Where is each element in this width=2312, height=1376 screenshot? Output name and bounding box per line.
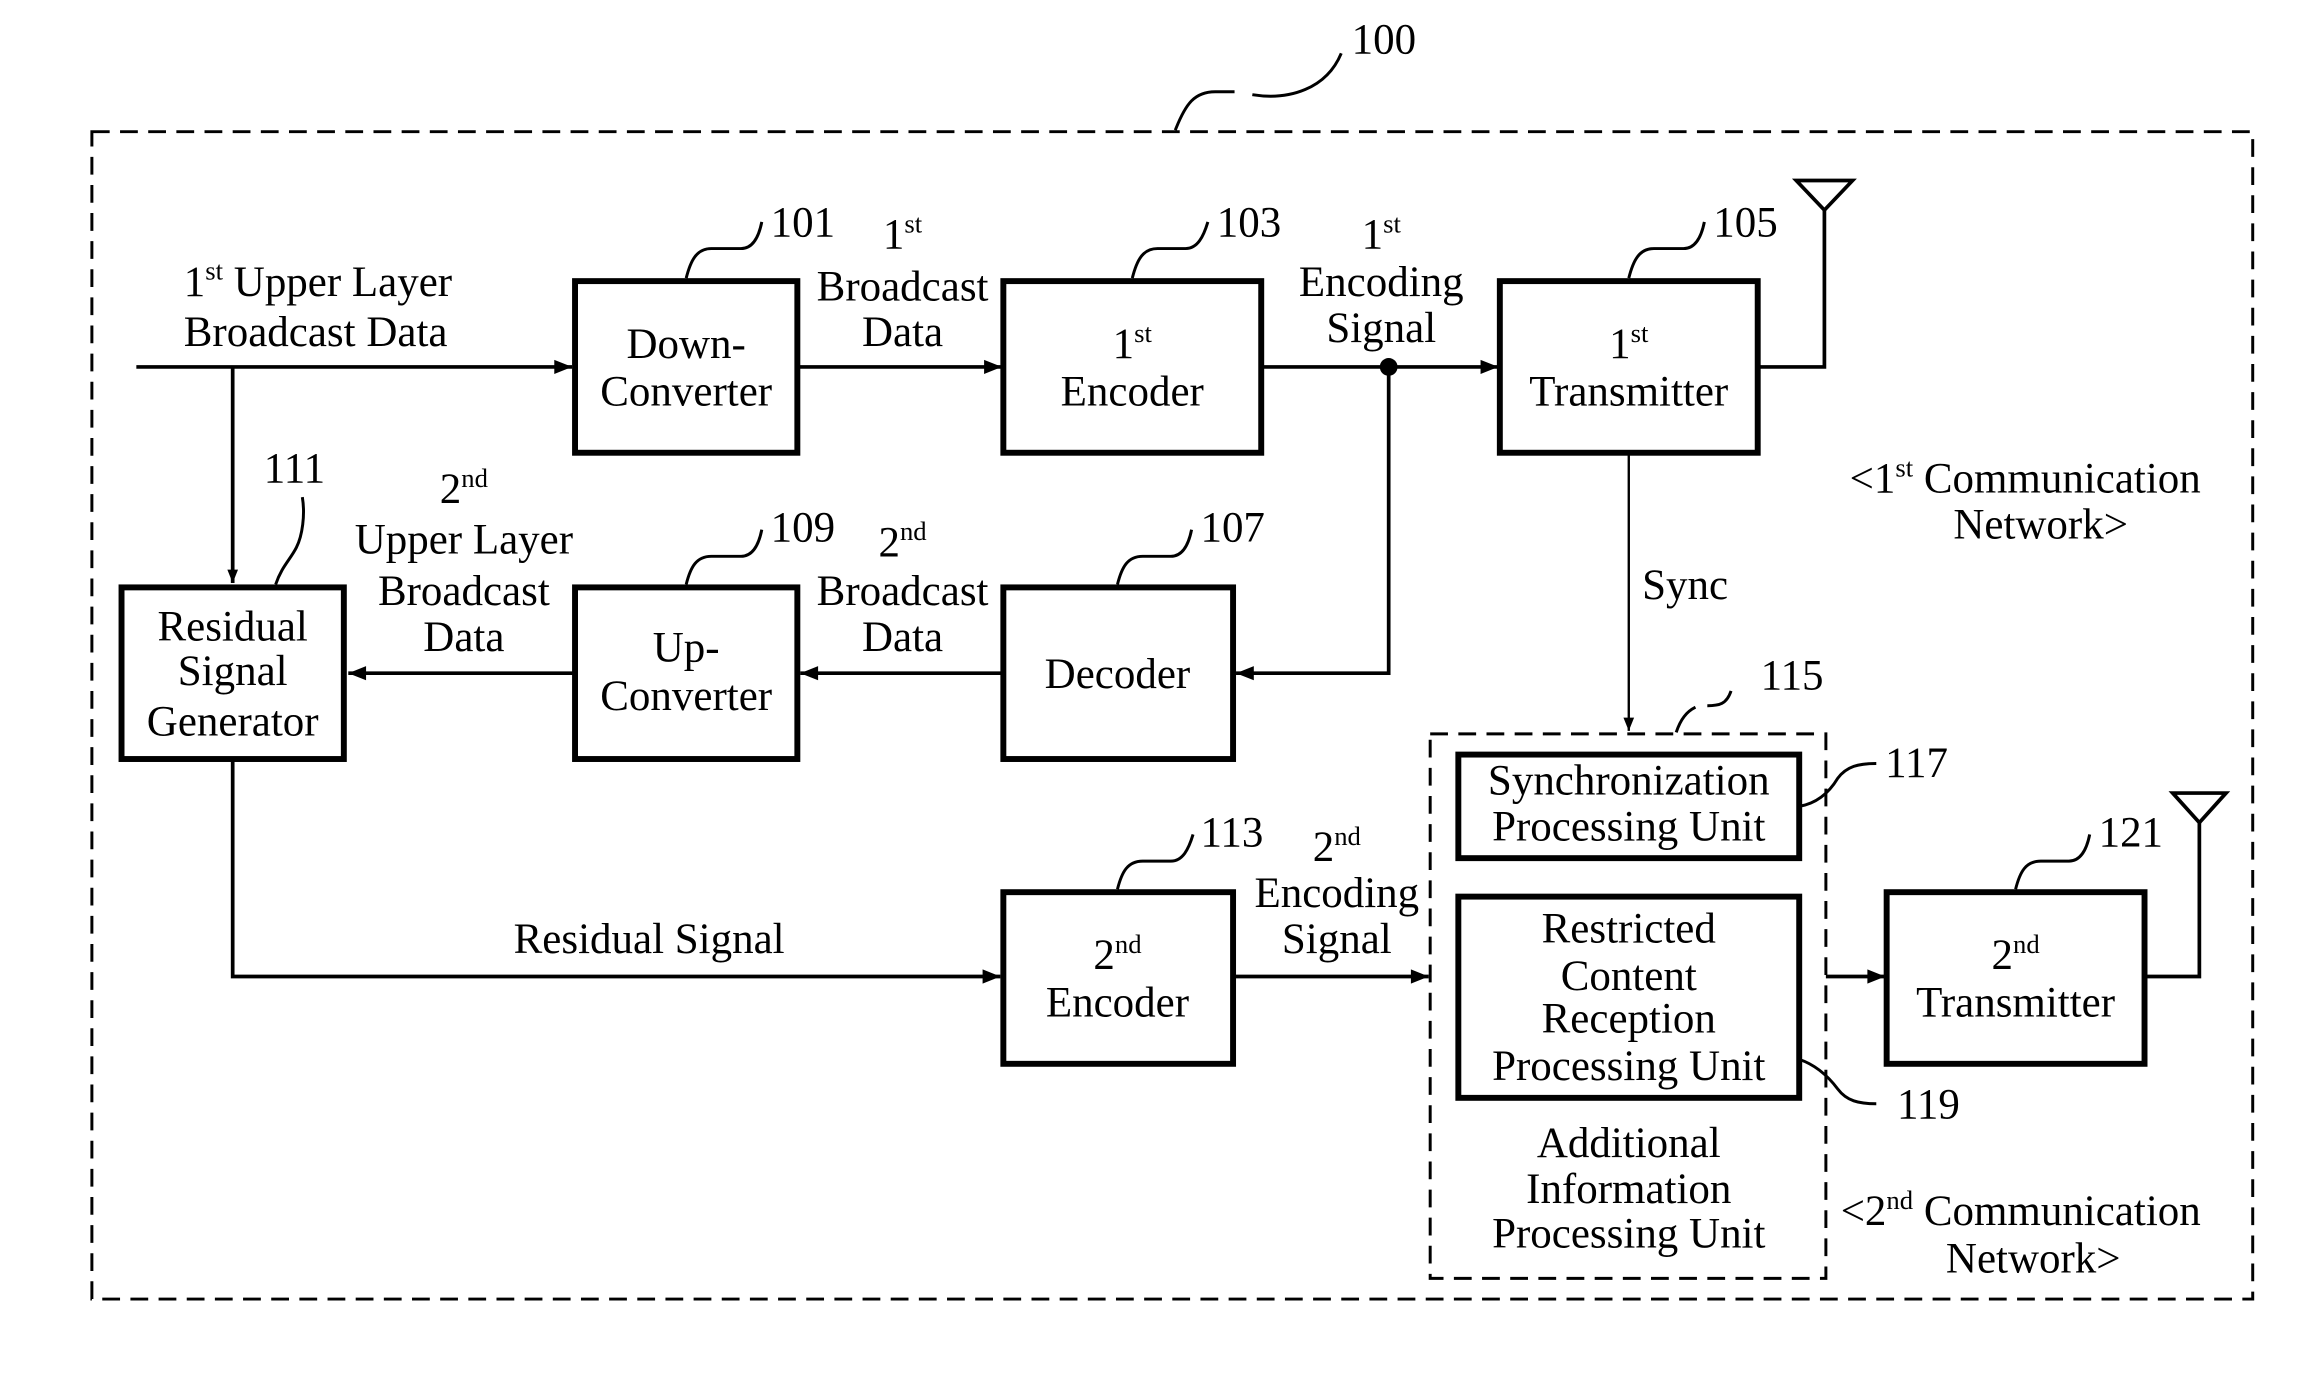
ref-117: 117	[1885, 740, 1948, 787]
up-converter-label-1: Up-	[653, 624, 720, 671]
network2-label-line1: <2nd Communication	[1841, 1185, 2201, 1235]
antenna1-icon	[1791, 178, 1857, 213]
signal-bcast2-line1: 2nd	[878, 516, 926, 566]
decoder-label: Decoder	[1045, 651, 1191, 698]
leader-103	[1130, 221, 1210, 279]
ref-119: 119	[1897, 1082, 1960, 1129]
network2-label-line2: Network>	[1946, 1235, 2121, 1282]
leader-105	[1627, 221, 1706, 279]
leader-121	[2014, 834, 2092, 890]
encoder1-label-2: Encoder	[1061, 368, 1204, 415]
leader-117	[1798, 761, 1877, 808]
leader-119	[1798, 1057, 1877, 1106]
additional-info-label-3: Processing Unit	[1492, 1210, 1765, 1257]
signal-upper2-line4: Data	[423, 614, 504, 661]
signal-upper2-line1: 2nd	[440, 463, 488, 513]
ref-109: 109	[771, 505, 835, 552]
signal-residual: Residual Signal	[514, 916, 785, 963]
signal-bcast1-line2: Broadcast	[817, 263, 989, 310]
signal-enc2-line1: 2nd	[1313, 821, 1361, 871]
transmitter2-label-2: Transmitter	[1916, 979, 2115, 1026]
sync-unit-label-1: Synchronization	[1488, 758, 1770, 805]
ref-121: 121	[2099, 809, 2163, 856]
ref-113: 113	[1200, 809, 1263, 856]
down-converter-label-2: Converter	[600, 368, 772, 415]
ref-107: 107	[1200, 505, 1264, 552]
restricted-unit-label-1: Restricted	[1542, 906, 1716, 953]
encoder2-label-2: Encoder	[1046, 979, 1189, 1026]
ref-103: 103	[1217, 200, 1281, 247]
ref-115: 115	[1761, 653, 1824, 700]
signal-bcast1-line1: 1st	[883, 208, 923, 258]
encoder2-block	[1000, 889, 1237, 1067]
additional-info-label-2: Information	[1526, 1166, 1731, 1213]
signal-enc1-line2: Encoding	[1299, 259, 1464, 306]
signal-enc2-line3: Signal	[1282, 916, 1392, 963]
leader-107	[1116, 529, 1194, 585]
sync-unit-label-2: Processing Unit	[1492, 803, 1765, 850]
signal-upper2-line3: Broadcast	[378, 568, 550, 615]
residual-generator-label-2: Signal	[178, 648, 288, 695]
leader-109	[684, 529, 764, 585]
signal-upper2-line2: Upper Layer	[355, 516, 573, 563]
ref-105: 105	[1713, 200, 1777, 247]
block-diagram: 100 1st Upper Layer Broadcast Data Down-…	[90, 16, 2255, 1301]
leader-113	[1116, 834, 1195, 890]
transmitter1-label-2: Transmitter	[1529, 368, 1728, 415]
residual-generator-label-3: Generator	[147, 698, 319, 745]
ref-101: 101	[771, 200, 835, 247]
ref-100: 100	[1352, 16, 1416, 63]
signal-bcast1-line3: Data	[862, 309, 943, 356]
signal-enc1-line1: 1st	[1362, 208, 1402, 258]
residual-generator-label-1: Residual	[157, 604, 307, 651]
up-converter-label-2: Converter	[600, 673, 772, 720]
restricted-unit-label-4: Processing Unit	[1492, 1043, 1765, 1090]
restricted-unit-label-3: Reception	[1542, 996, 1716, 1043]
leader-100	[1173, 52, 1343, 131]
leader-111	[274, 496, 305, 585]
leader-101	[684, 221, 764, 279]
leader-115	[1674, 690, 1733, 733]
down-converter-label-1: Down-	[627, 321, 746, 368]
additional-info-label-1: Additional	[1537, 1120, 1721, 1167]
signal-bcast2-line2: Broadcast	[817, 568, 989, 615]
signal-upper1-line2: Broadcast Data	[184, 309, 448, 356]
signal-enc1-line3: Signal	[1326, 305, 1436, 352]
signal-upper1-line1: 1st Upper Layer	[184, 256, 452, 306]
antenna2-icon	[2168, 791, 2231, 826]
signal-sync: Sync	[1642, 562, 1728, 609]
network1-label-line2: Network>	[1953, 502, 2128, 549]
transmitter2-block	[1883, 889, 2148, 1067]
signal-enc2-line2: Encoding	[1254, 870, 1419, 917]
signal-bcast2-line3: Data	[862, 614, 943, 661]
restricted-unit-label-2: Content	[1561, 953, 1697, 1000]
ref-111: 111	[264, 445, 325, 492]
network1-label-line1: <1st Communication	[1850, 452, 2201, 502]
